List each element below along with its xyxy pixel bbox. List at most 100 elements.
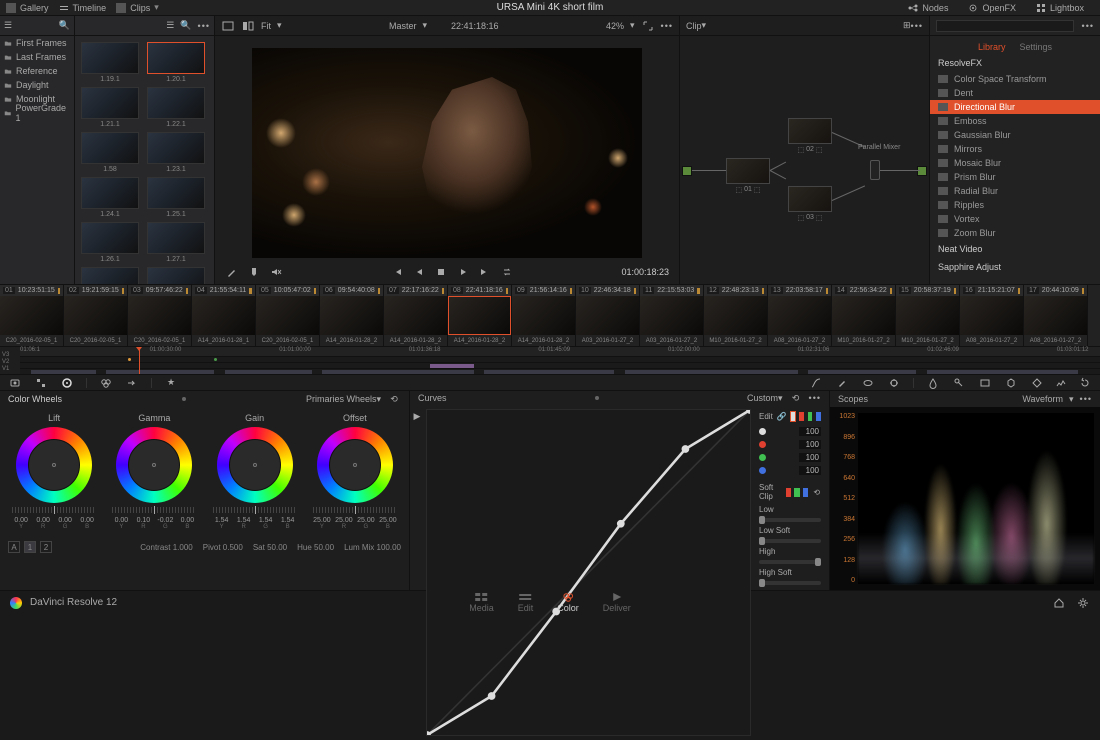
node-zoom-icon[interactable]: ⊞ bbox=[903, 20, 911, 31]
sc-b[interactable] bbox=[803, 488, 809, 497]
curves-options-icon[interactable]: ••• bbox=[809, 393, 821, 403]
fx-item[interactable]: Directional Blur bbox=[930, 100, 1100, 114]
fx-item[interactable]: Emboss bbox=[930, 114, 1100, 128]
chevron-down-icon[interactable]: ▾ bbox=[702, 20, 707, 31]
node-output[interactable] bbox=[917, 166, 927, 176]
val-y[interactable]: 100 bbox=[799, 427, 821, 436]
clip-thumbnail[interactable]: 1621:15:21:07A08_2016-01-27_2 bbox=[960, 285, 1024, 346]
waveform-select[interactable]: Waveform bbox=[1022, 394, 1063, 404]
clip-thumbnail[interactable]: 0921:56:14:16A14_2016-01-28_2 bbox=[512, 285, 576, 346]
clip-thumbnail[interactable]: 1022:46:34:18A03_2016-01-27_2 bbox=[576, 285, 640, 346]
gallery-button[interactable]: Gallery bbox=[20, 3, 49, 13]
camera-raw-icon[interactable] bbox=[8, 376, 22, 390]
still-thumbnail[interactable]: 1.23.1 bbox=[147, 132, 205, 173]
fx-item[interactable]: Vortex bbox=[930, 212, 1100, 226]
page-edit[interactable]: Edit bbox=[518, 592, 534, 613]
viewer-options-icon[interactable]: ••• bbox=[661, 21, 673, 31]
color-wheel-offset[interactable]: Offset25.0025.0025.0025.00YRGB bbox=[307, 413, 403, 530]
timeline-button[interactable]: Timeline bbox=[73, 3, 107, 13]
color-wheel-gamma[interactable]: Gamma0.000.10-0.020.00YRGB bbox=[106, 413, 202, 530]
qualifier-icon[interactable] bbox=[835, 376, 849, 390]
wheel-page-dot[interactable] bbox=[182, 397, 186, 401]
blur-icon[interactable] bbox=[926, 376, 940, 390]
3d-icon[interactable] bbox=[1004, 376, 1018, 390]
node-options-icon[interactable]: ••• bbox=[911, 21, 923, 31]
gallery-folder[interactable]: Last Frames bbox=[0, 50, 74, 64]
next-clip-icon[interactable] bbox=[478, 265, 492, 279]
fit-select[interactable]: Fit bbox=[261, 21, 271, 31]
ch-b[interactable] bbox=[816, 412, 821, 421]
playhead[interactable] bbox=[139, 347, 140, 374]
list-icon[interactable]: ☰ bbox=[4, 20, 12, 31]
marker-icon[interactable] bbox=[247, 265, 261, 279]
scopes-options-icon[interactable]: ••• bbox=[1080, 394, 1092, 404]
high-slider[interactable] bbox=[759, 560, 821, 564]
fx-search-input[interactable] bbox=[936, 20, 1074, 32]
clip-thumbnail[interactable]: 1520:58:37:19M10_2016-01-27_2 bbox=[896, 285, 960, 346]
custom-select[interactable]: Custom bbox=[747, 393, 778, 403]
stills-search-icon[interactable]: 🔍 bbox=[180, 20, 191, 31]
curves-icon[interactable] bbox=[809, 376, 823, 390]
search-icon[interactable]: 🔍 bbox=[59, 20, 70, 31]
page-color[interactable]: Color bbox=[557, 592, 579, 613]
still-thumbnail[interactable]: 1.24.1 bbox=[81, 177, 139, 218]
mute-icon[interactable] bbox=[269, 265, 283, 279]
low-slider[interactable] bbox=[759, 518, 821, 522]
highsoft-slider[interactable] bbox=[759, 581, 821, 585]
sc-y[interactable] bbox=[777, 488, 783, 497]
settings-gear-icon[interactable] bbox=[1076, 596, 1090, 610]
clip-mode-label[interactable]: Clip bbox=[686, 21, 702, 31]
clip-thumbnail[interactable]: 0510:05:47:02C20_2016-02-05_1 bbox=[256, 285, 320, 346]
nodes-button[interactable]: Nodes bbox=[922, 3, 948, 13]
gallery-checkbox[interactable] bbox=[6, 3, 16, 13]
fx-item[interactable]: Ripples bbox=[930, 198, 1100, 212]
curve-page-dot[interactable] bbox=[595, 396, 599, 400]
reset-wheels-icon[interactable]: ⟲ bbox=[387, 392, 401, 406]
stop-icon[interactable] bbox=[434, 265, 448, 279]
clips-button[interactable]: Clips bbox=[130, 3, 150, 13]
expand-icon[interactable] bbox=[641, 19, 655, 33]
still-thumbnail[interactable]: 1.20.1 bbox=[147, 42, 205, 83]
tracker-icon[interactable] bbox=[887, 376, 901, 390]
val-g[interactable]: 100 bbox=[799, 453, 821, 462]
color-wheel-gain[interactable]: Gain1.541.541.541.54YRGB bbox=[207, 413, 303, 530]
fx-item[interactable]: Radial Blur bbox=[930, 184, 1100, 198]
clip-thumbnail[interactable]: 0309:57:46:22C20_2016-02-05_1 bbox=[128, 285, 192, 346]
still-thumbnail[interactable]: 1.27.1 bbox=[147, 222, 205, 263]
node-graph[interactable]: ⬚01⬚ ⬚02⬚ ⬚03⬚ Parallel Mixer bbox=[680, 36, 929, 284]
clip-thumbnail[interactable]: 0421:55:54:11A14_2016-01-28_1 bbox=[192, 285, 256, 346]
chevron-down-icon[interactable]: ▾ bbox=[422, 20, 427, 31]
picker-icon[interactable] bbox=[225, 265, 239, 279]
lowsoft-slider[interactable] bbox=[759, 539, 821, 543]
clip-strip[interactable]: 0110:23:51:15C20_2016-02-05_10219:21:59:… bbox=[0, 284, 1100, 346]
track-v1[interactable] bbox=[20, 368, 1100, 374]
gallery-folder[interactable]: Reference bbox=[0, 64, 74, 78]
fx-item[interactable]: Dent bbox=[930, 86, 1100, 100]
motion-icon[interactable] bbox=[125, 376, 139, 390]
chevron-down-icon[interactable]: ▾ bbox=[154, 2, 159, 13]
page-2[interactable]: 2 bbox=[40, 541, 52, 553]
chevron-down-icon[interactable]: ▾ bbox=[1069, 394, 1074, 405]
reset-icon[interactable] bbox=[1078, 376, 1092, 390]
ch-r[interactable] bbox=[799, 412, 804, 421]
rgb-mixer-icon[interactable] bbox=[99, 376, 113, 390]
lightbox-button[interactable]: Lightbox bbox=[1050, 3, 1084, 13]
clip-thumbnail[interactable]: 0822:41:18:16A14_2016-01-28_2 bbox=[448, 285, 512, 346]
still-thumbnail[interactable]: 1.25.1 bbox=[147, 177, 205, 218]
sizing-icon[interactable] bbox=[978, 376, 992, 390]
node-input[interactable] bbox=[682, 166, 692, 176]
sc-r[interactable] bbox=[786, 488, 792, 497]
clip-thumbnail[interactable]: 1422:56:34:22M10_2016-01-27_2 bbox=[832, 285, 896, 346]
still-thumbnail[interactable]: 1.22.1 bbox=[147, 87, 205, 128]
still-thumbnail[interactable]: 1.21.1 bbox=[81, 87, 139, 128]
gallery-folder[interactable]: First Frames bbox=[0, 36, 74, 50]
sc-g[interactable] bbox=[794, 488, 800, 497]
color-match-icon[interactable] bbox=[34, 376, 48, 390]
fx-item[interactable]: Zoom Blur bbox=[930, 226, 1100, 240]
keyframe-icon[interactable] bbox=[1030, 376, 1044, 390]
page-deliver[interactable]: Deliver bbox=[603, 592, 631, 613]
primaries-select[interactable]: Primaries Wheels bbox=[306, 394, 377, 404]
curves-plot[interactable] bbox=[426, 409, 751, 736]
fx-item[interactable]: Gaussian Blur bbox=[930, 128, 1100, 142]
step-back-icon[interactable] bbox=[412, 265, 426, 279]
